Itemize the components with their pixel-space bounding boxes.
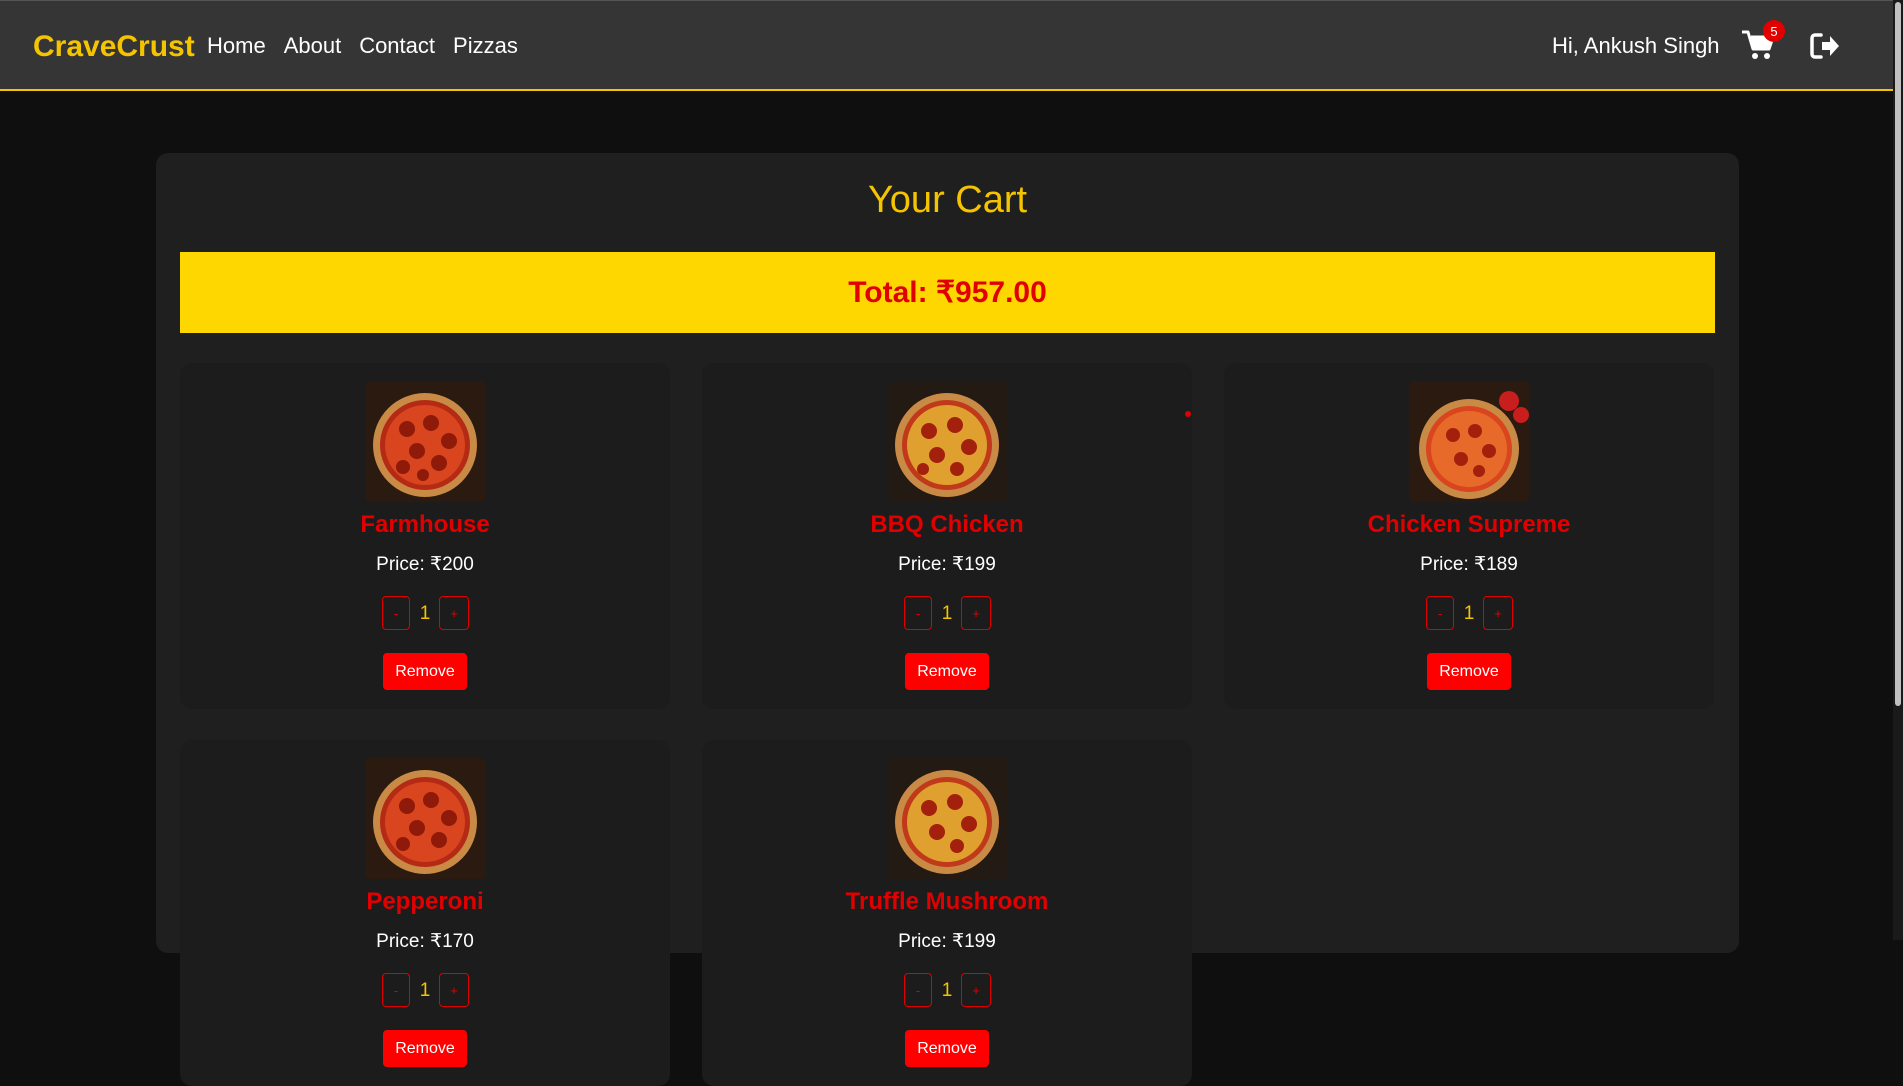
item-price: Price: ₹199 [898, 554, 996, 575]
nav-link-about[interactable]: About [284, 33, 342, 59]
item-name: Chicken Supreme [1367, 511, 1571, 538]
decrease-quantity-button[interactable]: - [382, 973, 410, 1007]
item-quantity: 1 [1463, 603, 1475, 624]
item-name: Pepperoni [366, 888, 484, 915]
decrease-quantity-button[interactable]: - [382, 596, 410, 630]
cart-item-card: BBQ Chicken Price: ₹199 - 1 + Remove [702, 363, 1192, 709]
remove-item-button[interactable]: Remove [905, 1030, 989, 1067]
remove-item-button[interactable]: Remove [383, 1030, 467, 1067]
page-title: Your Cart [867, 179, 1028, 221]
remove-item-button[interactable]: Remove [1427, 653, 1511, 690]
cart-item-card: Chicken Supreme Price: ₹189 - 1 + Remove [1224, 363, 1714, 709]
item-name: BBQ Chicken [870, 511, 1024, 538]
sign-out-icon[interactable] [1809, 31, 1841, 61]
decrease-quantity-button[interactable]: - [904, 596, 932, 630]
cart-item-card: Truffle Mushroom Price: ₹199 - 1 + Remov… [702, 740, 1192, 1086]
pizza-image [1409, 381, 1530, 502]
remove-item-button[interactable]: Remove [383, 653, 467, 690]
increase-quantity-button[interactable]: + [439, 596, 469, 630]
decrease-quantity-button[interactable]: - [1426, 596, 1454, 630]
item-name: Farmhouse [360, 511, 490, 538]
pizza-image [365, 758, 486, 879]
remove-item-button[interactable]: Remove [905, 653, 989, 690]
item-quantity: 1 [419, 603, 431, 624]
nav-links: Home About Contact Pizzas [207, 33, 518, 59]
item-name: Truffle Mushroom [845, 888, 1049, 915]
item-quantity: 1 [419, 980, 431, 1001]
item-price: Price: ₹199 [898, 931, 996, 952]
decrease-quantity-button[interactable]: - [904, 973, 932, 1007]
item-quantity: 1 [941, 980, 953, 1001]
nav-link-pizzas[interactable]: Pizzas [453, 33, 518, 59]
item-price: Price: ₹170 [376, 931, 474, 952]
increase-quantity-button[interactable]: + [961, 596, 991, 630]
increase-quantity-button[interactable]: + [439, 973, 469, 1007]
top-navbar: CraveCrust Home About Contact Pizzas Hi,… [0, 0, 1893, 91]
cart-total: Total: ₹957.00 [180, 252, 1715, 333]
brand-logo[interactable]: CraveCrust [33, 30, 195, 64]
user-greeting: Hi, Ankush Singh [1552, 33, 1720, 58]
cart-item-card: Pepperoni Price: ₹170 - 1 + Remove [180, 740, 670, 1086]
pizza-image [887, 758, 1008, 879]
pizza-image [365, 381, 486, 502]
increase-quantity-button[interactable]: + [961, 973, 991, 1007]
item-quantity: 1 [941, 603, 953, 624]
nav-link-home[interactable]: Home [207, 33, 266, 59]
cart-panel: Your Cart Total: ₹957.00 Farmhouse Price… [156, 153, 1739, 1086]
cart-item-card: Farmhouse Price: ₹200 - 1 + Remove [180, 363, 670, 709]
nav-link-contact[interactable]: Contact [359, 33, 435, 59]
scrollbar-thumb[interactable] [1895, 2, 1901, 706]
increase-quantity-button[interactable]: + [1483, 596, 1513, 630]
cart-count-badge: 5 [1763, 20, 1785, 42]
pizza-image [887, 381, 1008, 502]
item-price: Price: ₹189 [1420, 554, 1518, 575]
cursor-dot [1185, 411, 1191, 417]
item-price: Price: ₹200 [376, 554, 474, 575]
